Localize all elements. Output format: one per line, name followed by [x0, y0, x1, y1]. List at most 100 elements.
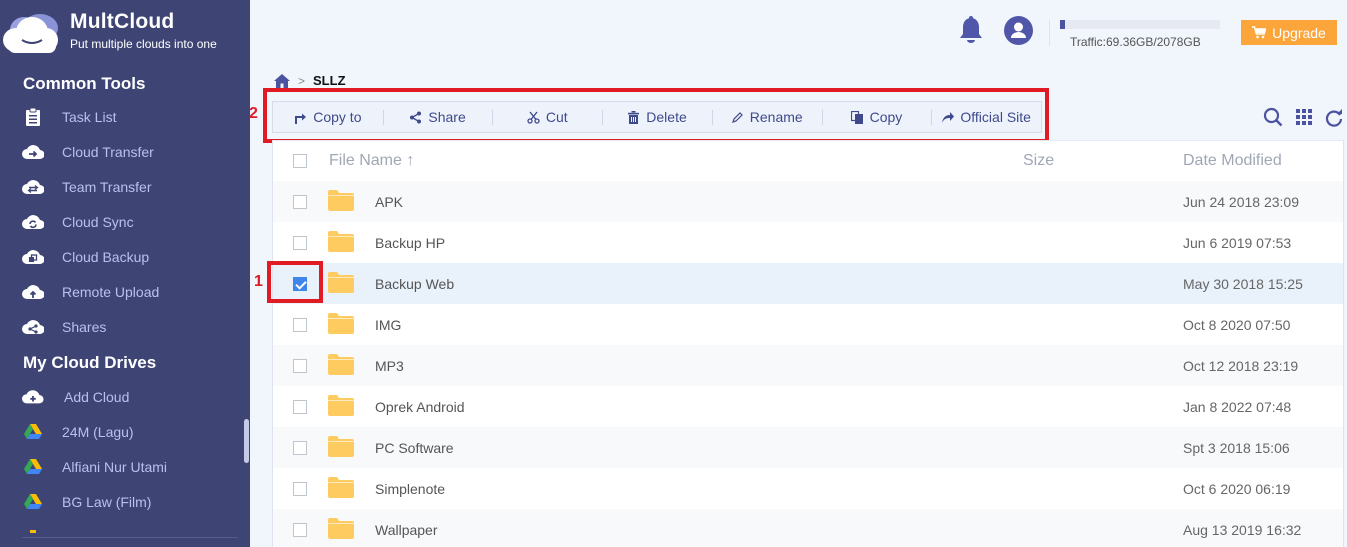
table-row[interactable]: APK Jun 24 2018 23:09	[273, 181, 1343, 222]
sidebar-item-cloud-backup[interactable]: Cloud Backup	[0, 239, 240, 274]
logo[interactable]: MultCloud Put multiple clouds into one	[0, 6, 250, 56]
file-name[interactable]: Oprek Android	[375, 399, 465, 415]
sidebar-item-team-transfer[interactable]: Team Transfer	[0, 169, 240, 204]
traffic-progress-fill	[1060, 20, 1066, 29]
search-icon[interactable]	[1263, 107, 1283, 127]
sidebar-item-label: Alfiani Nur Utami	[62, 458, 168, 475]
sidebar-item-label: 24M (Lagu)	[62, 423, 134, 440]
cut-button[interactable]: Cut	[492, 102, 602, 132]
home-icon[interactable]	[274, 73, 290, 88]
pencil-icon	[731, 111, 743, 123]
delete-label: Delete	[646, 109, 687, 125]
notification-bell-icon[interactable]	[958, 16, 984, 46]
copy-to-button[interactable]: Copy to	[273, 102, 383, 132]
file-date-modified: Oct 12 2018 23:19	[1183, 358, 1299, 374]
annotation-marker-2: 2	[249, 105, 258, 122]
sidebar-item-label: Cloud Backup	[62, 248, 150, 265]
refresh-icon[interactable]	[1324, 107, 1344, 127]
file-name[interactable]: Wallpaper	[375, 522, 438, 538]
official-site-button[interactable]: Official Site	[931, 102, 1041, 132]
row-highlight-frame	[267, 261, 323, 303]
copy-to-label: Copy to	[313, 109, 362, 125]
cut-icon	[527, 111, 540, 124]
row-checkbox[interactable]	[293, 482, 307, 496]
file-name[interactable]: PC Software	[375, 440, 454, 456]
file-name[interactable]: APK	[375, 194, 403, 210]
google-drive-icon	[22, 492, 44, 512]
column-header-file-name[interactable]: File Name ↑	[329, 152, 414, 170]
row-checkbox[interactable]	[293, 359, 307, 373]
sidebar-scrollbar[interactable]	[244, 419, 249, 463]
sidebar-item-drive-bg-law-film[interactable]: BG Law (Film)	[0, 484, 240, 519]
common-tools-title: Common Tools	[23, 74, 146, 93]
partial-drive-icon	[30, 530, 36, 533]
select-all-checkbox[interactable]	[293, 154, 307, 168]
sidebar-item-cloud-sync[interactable]: Cloud Sync	[0, 204, 240, 239]
breadcrumb: > SLLZ	[274, 73, 346, 88]
table-row[interactable]: Simplenote Oct 6 2020 06:19	[273, 468, 1343, 509]
file-name[interactable]: Backup HP	[375, 235, 445, 251]
share-button[interactable]: Share	[382, 102, 493, 132]
row-checkbox[interactable]	[293, 318, 307, 332]
copy-icon	[850, 110, 863, 124]
folder-icon	[328, 518, 354, 539]
delete-button[interactable]: Delete	[602, 102, 712, 132]
sidebar-item-label: Cloud Transfer	[62, 143, 154, 160]
file-date-modified: Oct 8 2020 07:50	[1183, 317, 1291, 333]
table-row[interactable]: Backup Web May 30 2018 15:25	[273, 263, 1343, 304]
traffic-progress-bar	[1060, 20, 1220, 29]
sidebar-item-label: Remote Upload	[62, 283, 160, 300]
row-checkbox[interactable]	[293, 441, 307, 455]
row-checkbox[interactable]	[293, 236, 307, 250]
column-header-date-modified[interactable]: Date Modified	[1183, 152, 1282, 170]
row-checkbox[interactable]	[293, 195, 307, 209]
file-name[interactable]: Backup Web	[375, 276, 454, 292]
sidebar-item-drive-alfiani-nur-utami[interactable]: Alfiani Nur Utami	[0, 449, 240, 484]
folder-icon	[328, 354, 354, 375]
copy-button[interactable]: Copy	[821, 102, 932, 132]
file-date-modified: Spt 3 2018 15:06	[1183, 440, 1290, 456]
upgrade-label: Upgrade	[1272, 24, 1326, 41]
file-name[interactable]: IMG	[375, 317, 401, 333]
sidebar-item-drive-24m-lagu[interactable]: 24M (Lagu)	[0, 414, 240, 449]
google-drive-icon	[22, 422, 44, 442]
sidebar-item-label: Task List	[62, 108, 117, 125]
file-name[interactable]: MP3	[375, 358, 404, 374]
breadcrumb-current[interactable]: SLLZ	[313, 73, 346, 88]
folder-icon	[328, 477, 354, 498]
table-row[interactable]: Backup HP Jun 6 2019 07:53	[273, 222, 1343, 263]
sidebar-item-label: Team Transfer	[62, 178, 152, 195]
table-row[interactable]: PC Software Spt 3 2018 15:06	[273, 427, 1343, 468]
my-cloud-drives-title: My Cloud Drives	[23, 353, 157, 372]
app-tagline: Put multiple clouds into one	[70, 37, 217, 51]
sidebar-item-task-list[interactable]: Task List	[0, 99, 240, 134]
table-row[interactable]: Wallpaper Aug 13 2019 16:32	[273, 509, 1343, 547]
sidebar-item-label: Add Cloud	[64, 388, 130, 405]
share-label: Share	[428, 109, 466, 125]
google-drive-icon	[22, 457, 44, 477]
sidebar-item-remote-upload[interactable]: Remote Upload	[0, 274, 240, 309]
file-name[interactable]: Simplenote	[375, 481, 445, 497]
sidebar-item-label: BG Law (Film)	[62, 493, 152, 510]
upgrade-button[interactable]: Upgrade	[1241, 20, 1337, 45]
grid-view-icon[interactable]	[1294, 107, 1314, 127]
file-date-modified: May 30 2018 15:25	[1183, 276, 1303, 292]
table-row[interactable]: IMG Oct 8 2020 07:50	[273, 304, 1343, 345]
row-checkbox[interactable]	[293, 523, 307, 537]
sidebar-item-shares[interactable]: Shares	[0, 309, 240, 344]
cut-label: Cut	[545, 109, 568, 125]
user-avatar[interactable]	[1004, 16, 1033, 45]
table-row[interactable]: Oprek Android Jan 8 2022 07:48	[273, 386, 1343, 427]
sidebar-item-add-cloud[interactable]: Add Cloud	[0, 379, 240, 414]
sidebar: MultCloud Put multiple clouds into one C…	[0, 0, 250, 547]
cloud-transfer-icon	[22, 142, 44, 162]
multcloud-logo-icon	[3, 14, 58, 53]
cloud-sync-icon	[22, 212, 44, 232]
row-checkbox[interactable]	[293, 400, 307, 414]
sidebar-item-cloud-transfer[interactable]: Cloud Transfer	[0, 134, 240, 169]
share-cloud-icon	[22, 317, 44, 337]
table-row[interactable]: MP3 Oct 12 2018 23:19	[273, 345, 1343, 386]
column-header-size[interactable]: Size	[1023, 152, 1054, 170]
rename-button[interactable]: Rename	[711, 102, 822, 132]
share-icon	[410, 111, 422, 123]
